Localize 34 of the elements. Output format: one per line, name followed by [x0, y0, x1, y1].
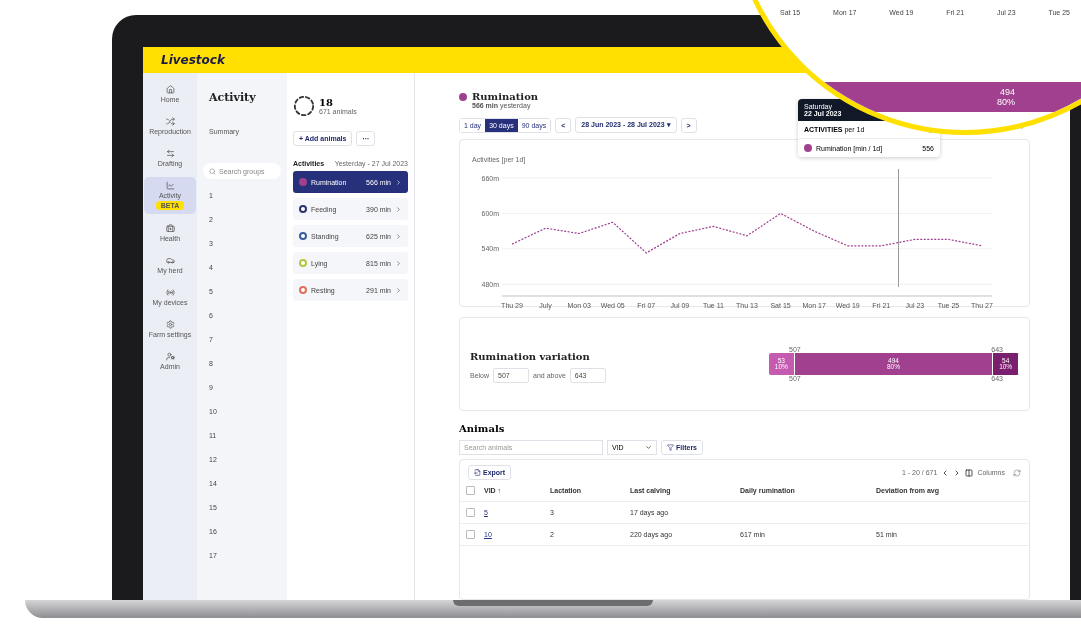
columns-icon	[965, 468, 974, 477]
chart-icon	[165, 181, 175, 190]
row-checkbox[interactable]	[466, 530, 475, 539]
series-dot	[459, 92, 467, 101]
series-dot	[804, 144, 812, 152]
filter-icon	[667, 444, 674, 451]
file-icon	[474, 469, 481, 476]
animals-heading: Animals	[459, 423, 506, 434]
chevron-icon	[395, 286, 402, 294]
dashed-ring-icon	[293, 95, 315, 117]
home-icon	[165, 85, 175, 94]
app-logo: Livestock	[161, 53, 225, 67]
radio-icon	[165, 288, 175, 297]
magnified-share: 80%	[997, 97, 1015, 107]
herd-count: 18	[319, 97, 334, 108]
chevron-icon	[395, 232, 402, 240]
search-icon	[209, 167, 216, 175]
settings-icon	[165, 320, 175, 329]
chevron-icon	[395, 259, 402, 267]
user-gear-icon	[165, 352, 175, 361]
loop-icon	[165, 117, 175, 126]
variation-title: Rumination variation	[470, 350, 590, 362]
row-checkbox[interactable]	[466, 508, 475, 517]
chevron-icon	[395, 178, 402, 186]
refresh-icon[interactable]	[1013, 468, 1021, 477]
chevron-down-icon	[645, 444, 652, 451]
magnified-count: 494	[999, 87, 1015, 97]
arrows-icon	[165, 149, 175, 158]
select-all-checkbox[interactable]	[466, 486, 475, 495]
car-icon	[165, 256, 175, 265]
medical-kit-icon	[165, 224, 175, 233]
page-title: Activity	[209, 91, 257, 104]
detail-title: Rumination	[472, 91, 539, 102]
chevron-icon	[395, 205, 402, 213]
